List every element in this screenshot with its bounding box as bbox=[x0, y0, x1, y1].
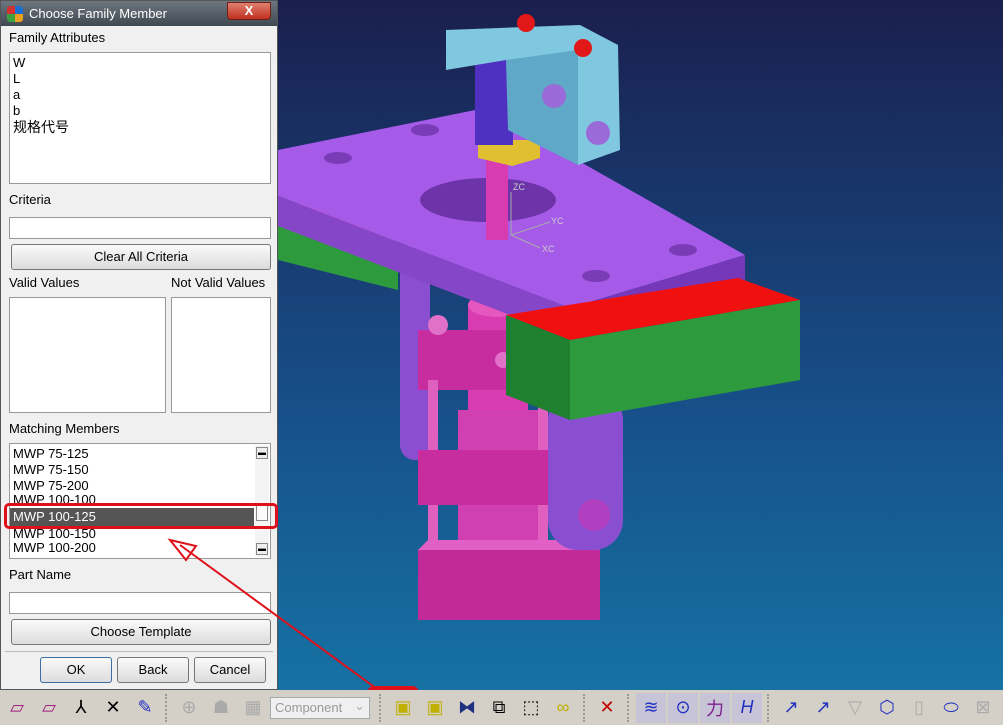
force-icon[interactable]: 力 bbox=[700, 692, 730, 723]
ok-button[interactable]: OK bbox=[40, 657, 112, 683]
matching-members-label: Matching Members bbox=[9, 421, 120, 436]
cylinder-base-block bbox=[418, 550, 600, 620]
family-attributes-label: Family Attributes bbox=[9, 30, 106, 45]
not-valid-values-list[interactable] bbox=[171, 297, 271, 413]
cube-grid-icon[interactable]: ▦ bbox=[238, 693, 268, 723]
axis-xc: XC bbox=[542, 244, 555, 254]
scrollbar[interactable]: ▬ ▬ bbox=[255, 445, 269, 557]
toolbar-separator bbox=[767, 693, 773, 722]
selection-highlight bbox=[4, 503, 278, 529]
move-icon[interactable]: ⧉ bbox=[484, 693, 514, 723]
axis-yc: YC bbox=[551, 216, 564, 226]
bottom-toolbar: ⏥ ▱ ⅄ ✕ ✎ ⊕ ☗ ▦ Component ▣ ▣ ⧓ ⧉ ⬚ ∞ ✕ … bbox=[0, 690, 1003, 725]
attribute-item[interactable]: 规格代号 bbox=[10, 119, 270, 135]
scroll-down-button[interactable]: ▬ bbox=[256, 543, 268, 555]
assembly-icon[interactable]: ☗ bbox=[206, 693, 236, 723]
valid-values-label: Valid Values bbox=[9, 275, 80, 290]
dialog-title: Choose Family Member bbox=[29, 6, 167, 21]
csys-origin-icon[interactable]: ✕ bbox=[98, 693, 128, 723]
attribute-item[interactable]: b bbox=[10, 103, 270, 119]
vector-icon[interactable]: ↗ bbox=[776, 693, 806, 723]
nut-icon[interactable]: ⬡ bbox=[872, 693, 902, 723]
assembly-constraint-icon[interactable]: ⬚ bbox=[516, 693, 546, 723]
link-icon[interactable]: ∞ bbox=[548, 693, 578, 723]
clear-all-criteria-button[interactable]: Clear All Criteria bbox=[11, 244, 271, 270]
app-icon bbox=[7, 5, 23, 22]
list-item[interactable]: MWP 75-150 bbox=[10, 462, 270, 478]
3d-model: ZC YC XC bbox=[278, 14, 800, 620]
toolbar-separator bbox=[165, 693, 171, 722]
criteria-input[interactable] bbox=[9, 217, 271, 239]
list-item[interactable]: MWP 75-125 bbox=[10, 446, 270, 462]
graphics-viewport[interactable]: ZC YC XC bbox=[278, 0, 1003, 690]
cancel-button[interactable]: Cancel bbox=[194, 657, 266, 683]
choose-family-member-dialog: Choose Family Member X Family Attributes… bbox=[0, 0, 278, 690]
attribute-item[interactable]: L bbox=[10, 71, 270, 87]
weld-icon[interactable]: ⊠ bbox=[968, 693, 998, 723]
toolbar-separator bbox=[583, 693, 589, 722]
delete-dim-icon[interactable]: ✕ bbox=[592, 693, 622, 723]
attribute-item[interactable]: a bbox=[10, 87, 270, 103]
toolbar-separator bbox=[627, 693, 633, 722]
point-vector-icon[interactable]: ↗ bbox=[808, 693, 838, 723]
bolt-icon[interactable]: ▯ bbox=[904, 693, 934, 723]
attribute-item[interactable]: W bbox=[10, 55, 270, 71]
choose-template-button[interactable]: Choose Template bbox=[11, 619, 271, 645]
axis-zc: ZC bbox=[513, 182, 525, 192]
matching-members-list[interactable]: MWP 75-125 MWP 75-150 MWP 75-200 MWP 100… bbox=[9, 443, 271, 559]
valid-values-list[interactable] bbox=[9, 297, 166, 413]
snap-point-icon[interactable]: ⊕ bbox=[174, 693, 204, 723]
criteria-label: Criteria bbox=[9, 192, 51, 207]
back-button[interactable]: Back bbox=[117, 657, 189, 683]
plane-copy-icon[interactable]: ▱ bbox=[34, 693, 64, 723]
list-item[interactable]: MWP 100-200 bbox=[10, 540, 270, 556]
plane-down-icon[interactable]: ⏥ bbox=[2, 693, 32, 723]
divider bbox=[5, 651, 273, 652]
slot-icon[interactable]: ⬭ bbox=[936, 693, 966, 723]
part-name-input[interactable] bbox=[9, 592, 271, 614]
family-attributes-list[interactable]: W L a b 规格代号 bbox=[9, 52, 271, 184]
new-component-icon[interactable]: ▣ bbox=[420, 693, 450, 723]
highlight-icon[interactable]: ✎ bbox=[130, 693, 160, 723]
scroll-up-button[interactable]: ▬ bbox=[256, 447, 268, 459]
not-valid-values-label: Not Valid Values bbox=[171, 275, 266, 290]
spring-icon[interactable]: ≋ bbox=[636, 692, 666, 723]
part-name-label: Part Name bbox=[9, 567, 72, 582]
surface-finish-icon[interactable]: ▽ bbox=[840, 693, 870, 723]
circle-point-icon[interactable]: ⊙ bbox=[668, 692, 698, 723]
add-component-icon[interactable]: ▣ bbox=[388, 693, 418, 723]
mirror-icon[interactable]: ⧓ bbox=[452, 693, 482, 723]
component-select[interactable]: Component bbox=[270, 696, 370, 719]
close-button[interactable]: X bbox=[227, 2, 271, 20]
csys-icon[interactable]: ⅄ bbox=[66, 693, 96, 723]
h-icon[interactable]: H bbox=[732, 692, 762, 723]
toolbar-separator bbox=[379, 693, 385, 722]
list-item[interactable]: MWP 75-200 bbox=[10, 478, 270, 494]
